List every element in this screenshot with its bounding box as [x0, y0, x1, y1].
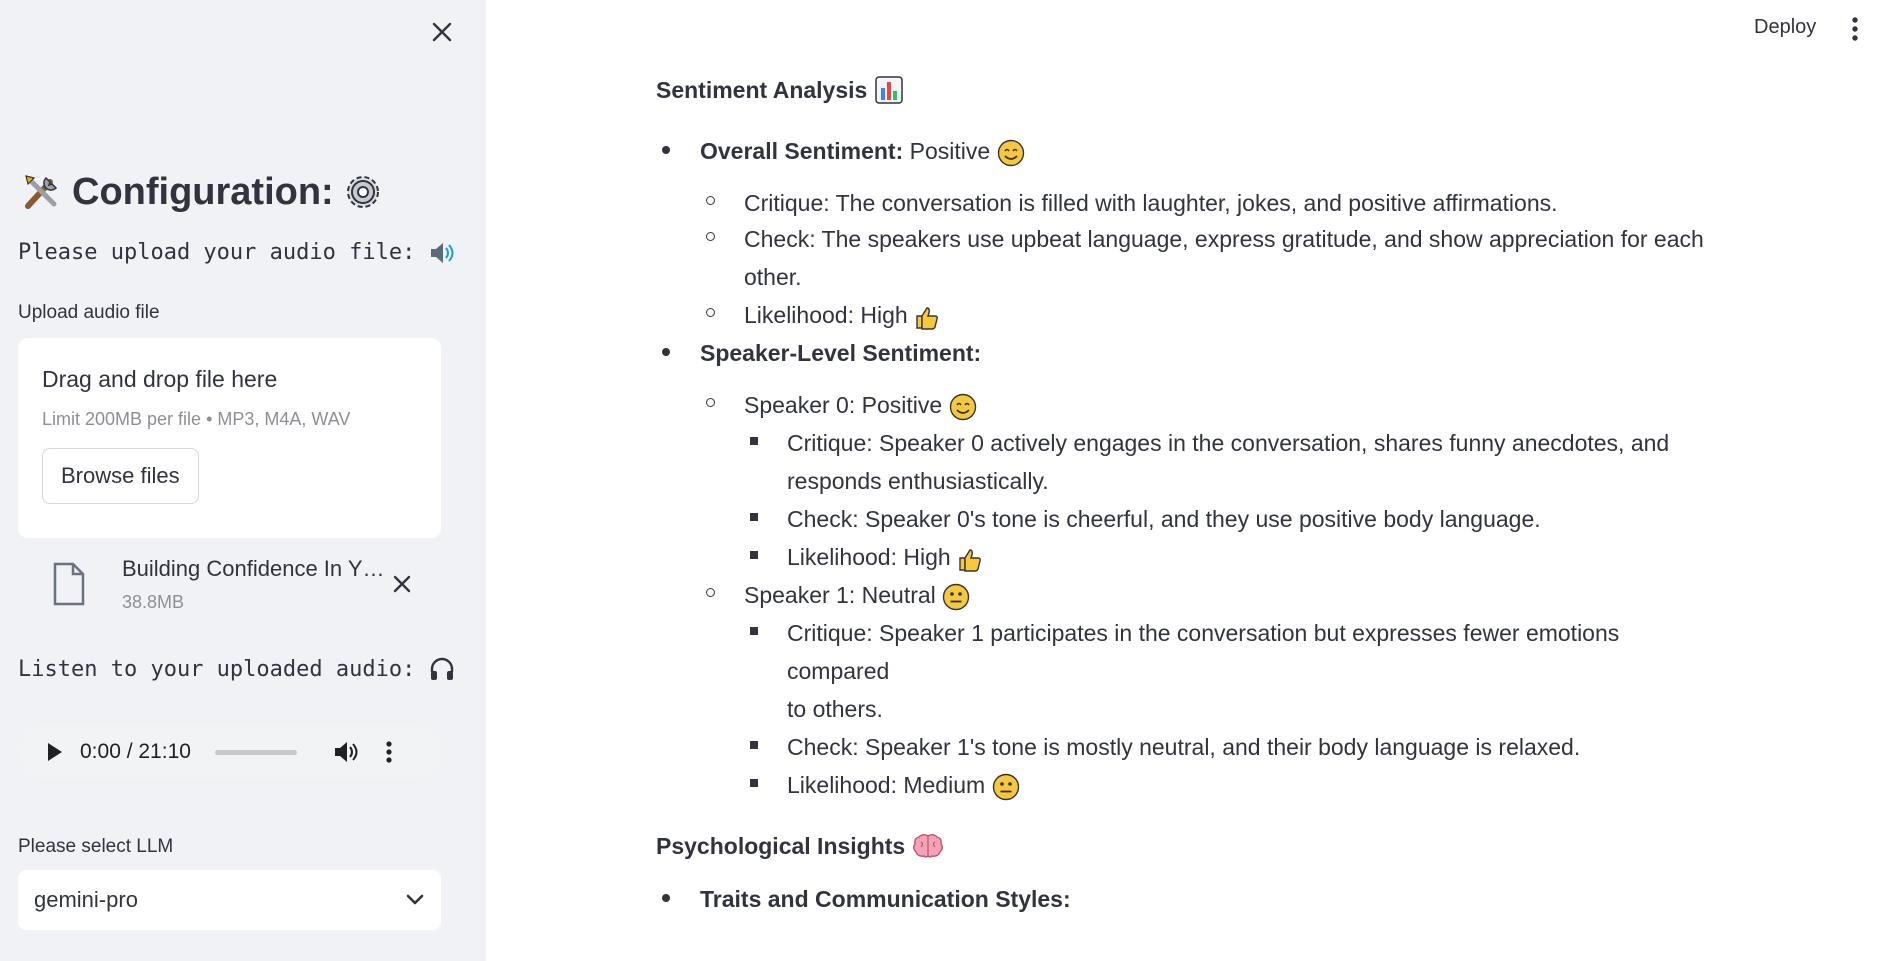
speaker0-item: Speaker 0: Positive [656, 386, 1716, 424]
speaker0-critique-line1: Critique: Speaker 0 actively engages in … [787, 430, 1670, 456]
audio-seek-bar[interactable] [214, 749, 297, 755]
speaker-level-item: Speaker-Level Sentiment: [656, 334, 1716, 372]
dropzone-subtitle: Limit 200MB per file • MP3, M4A, WAV [42, 409, 351, 429]
tools-icon [25, 175, 58, 209]
overall-critique: Critique: The conversation is filled wit… [656, 184, 1716, 222]
sentiment-heading: Sentiment Analysis [656, 70, 1716, 110]
thumbs-up-icon [916, 307, 939, 330]
dropzone-title: Drag and drop file here [42, 366, 278, 392]
llm-select-value: gemini-pro [34, 887, 138, 912]
sidebar: Configuration: Please upload your audio … [0, 0, 486, 961]
audio-time: 0:00 / 21:10 [80, 740, 191, 763]
overall-sentiment-label: Overall Sentiment: [700, 138, 904, 164]
traits-item: Traits and Communication Styles: [656, 880, 1716, 918]
audio-more-icon[interactable] [385, 740, 393, 764]
close-sidebar-icon[interactable] [428, 18, 456, 46]
overall-check-line1: Check: The speakers use upbeat language,… [744, 226, 1704, 252]
speaker1-critique-line1: Critique: Speaker 1 participates in the … [787, 620, 1620, 684]
headphones-icon [431, 657, 454, 680]
speaker1-likelihood: Likelihood: Medium [656, 766, 1716, 804]
psych-heading: Psychological Insights [656, 826, 1716, 866]
sidebar-title: Configuration: [20, 170, 384, 214]
upload-prompt-text: Please upload your audio file: [18, 240, 416, 265]
neutral-face-icon [942, 583, 970, 611]
upload-prompt: Please upload your audio file: [18, 240, 455, 265]
speaker0-check: Check: Speaker 0's tone is cheerful, and… [656, 500, 1716, 538]
llm-select[interactable]: gemini-pro [18, 870, 441, 930]
file-icon [53, 562, 85, 606]
sentiment-heading-text: Sentiment Analysis [656, 76, 868, 103]
llm-select-label: Please select LLM [18, 836, 174, 857]
speaker1-item: Speaker 1: Neutral [656, 576, 1716, 614]
overall-check: Check: The speakers use upbeat language,… [656, 220, 1716, 296]
chevron-down-icon [406, 894, 424, 905]
speaker0-likelihood: Likelihood: High [656, 538, 1716, 576]
listen-prompt-text: Listen to your uploaded audio: [18, 656, 416, 682]
gear-icon [346, 176, 379, 208]
uploaded-file-size: 38.8MB [122, 592, 185, 612]
overall-likelihood: Likelihood: High [656, 296, 1716, 334]
listen-prompt: Listen to your uploaded audio: [18, 656, 455, 682]
uploaded-file-row: Building Confidence In Y… 38.8MB [52, 556, 422, 616]
speaker0-title: Speaker 0: Positive [744, 392, 943, 418]
bar-chart-icon [875, 76, 904, 104]
overall-sentiment-item: Overall Sentiment: Positive [656, 132, 1716, 170]
speaker-icon [431, 242, 454, 263]
neutral-face-icon [992, 773, 1019, 801]
speaker1-likelihood-text: Likelihood: Medium [787, 772, 986, 798]
upload-label: Upload audio file [18, 302, 160, 323]
smiling-face-icon [949, 393, 976, 421]
overall-sentiment-value: Positive [909, 138, 991, 164]
speaker0-likelihood-text: Likelihood: High [787, 544, 951, 570]
deploy-button[interactable]: Deploy [1754, 16, 1816, 39]
psych-heading-text: Psychological Insights [656, 832, 906, 859]
remove-file-icon[interactable] [390, 572, 414, 596]
overall-check-line2: other. [744, 264, 802, 290]
speaker1-check: Check: Speaker 1's tone is mostly neutra… [656, 728, 1716, 766]
main-content: Sentiment Analysis Overall Sentiment: Po… [656, 70, 1716, 918]
speaker1-title: Speaker 1: Neutral [744, 582, 936, 608]
main-menu-icon[interactable] [1850, 16, 1860, 42]
thumbs-up-icon [959, 549, 982, 572]
speaker1-critique: Critique: Speaker 1 participates in the … [656, 614, 1716, 728]
speaker0-critique: Critique: Speaker 0 actively engages in … [656, 424, 1716, 500]
brain-icon [913, 834, 944, 858]
sidebar-title-text: Configuration: [72, 170, 334, 213]
audio-player: 0:00 / 21:10 [18, 725, 441, 779]
overall-likelihood-text: Likelihood: High [744, 302, 908, 328]
browse-files-button[interactable]: Browse files [42, 448, 199, 504]
speaker1-critique-line2: to others. [787, 696, 883, 722]
speaker-level-label: Speaker-Level Sentiment: [700, 340, 982, 366]
smiling-face-icon [997, 139, 1024, 167]
speaker0-critique-line2: responds enthusiastically. [787, 468, 1049, 494]
play-icon[interactable] [48, 743, 62, 761]
traits-label: Traits and Communication Styles: [700, 886, 1071, 912]
volume-icon[interactable] [333, 740, 359, 764]
file-dropzone[interactable]: Drag and drop file here Limit 200MB per … [18, 338, 441, 538]
